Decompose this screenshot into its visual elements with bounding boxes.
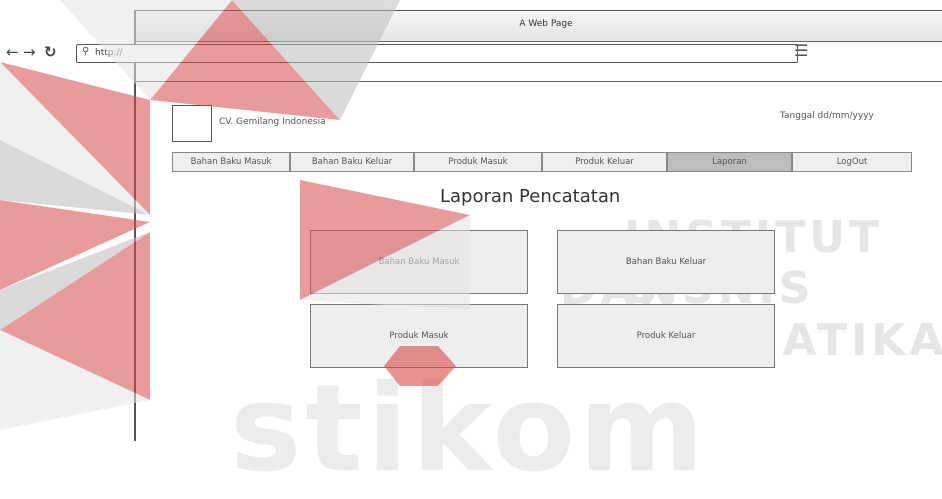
nav-logout[interactable]: LogOut [792, 152, 912, 172]
nav-laporan[interactable]: Laporan [667, 152, 792, 172]
main-navigation: Bahan Baku Masuk Bahan Baku Keluar Produ… [172, 152, 912, 174]
search-icon: ⚲ [82, 46, 90, 57]
nav-produk-keluar[interactable]: Produk Keluar [542, 152, 667, 172]
page-title: Laporan Pencatatan [440, 186, 621, 207]
nav-bahan-baku-keluar[interactable]: Bahan Baku Keluar [290, 152, 414, 172]
report-button-produk-keluar[interactable]: Produk Keluar [557, 304, 775, 368]
browser-window: A Web Page [134, 10, 942, 441]
toolbar-divider [136, 81, 942, 82]
back-arrow-icon[interactable]: ← [6, 42, 19, 62]
address-bar[interactable]: ⚲ http:// [76, 44, 798, 63]
report-button-produk-masuk[interactable]: Produk Masuk [310, 304, 528, 368]
nav-bahan-baku-masuk[interactable]: Bahan Baku Masuk [172, 152, 290, 172]
forward-arrow-icon[interactable]: → [23, 42, 36, 62]
nav-produk-masuk[interactable]: Produk Masuk [414, 152, 542, 172]
browser-toolbar: ← → ↻ ⚲ http:// ☰ [0, 41, 816, 66]
window-titlebar: A Web Page [136, 11, 942, 42]
date-label: Tanggal dd/mm/yyyy [780, 111, 874, 121]
hamburger-menu-icon[interactable]: ☰ [794, 41, 808, 60]
url-text: http:// [95, 48, 123, 58]
window-title: A Web Page [519, 19, 573, 29]
reload-icon[interactable]: ↻ [44, 42, 57, 62]
report-button-bahan-baku-masuk[interactable]: Bahan Baku Masuk [310, 230, 528, 294]
company-name: CV. Gemilang Indonesia [219, 117, 326, 127]
company-logo-placeholder [172, 105, 212, 142]
report-button-bahan-baku-keluar[interactable]: Bahan Baku Keluar [557, 230, 775, 294]
